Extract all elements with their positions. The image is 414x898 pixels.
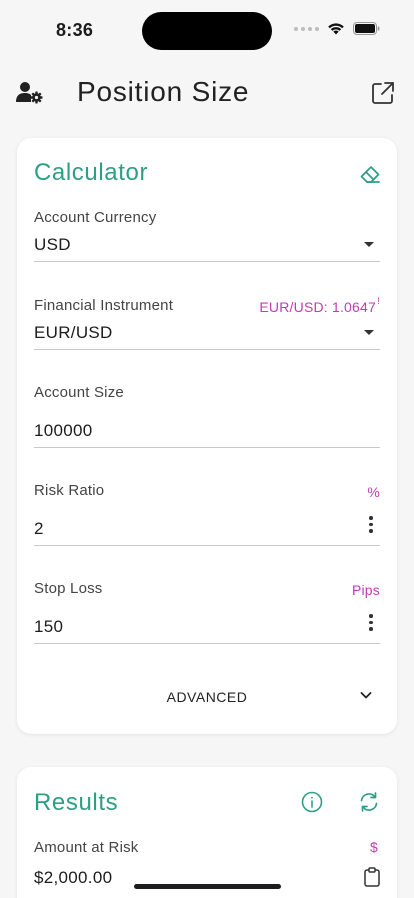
risk-ratio-input[interactable]: 2 bbox=[34, 519, 44, 539]
account-size-input[interactable]: 100000 bbox=[34, 421, 93, 441]
field-underline bbox=[34, 349, 380, 350]
calculator-card: Calculator Account Currency USD Financia… bbox=[17, 138, 397, 734]
stop-loss-unit: Pips bbox=[351, 582, 380, 598]
financial-instrument-field[interactable]: Financial Instrument EUR/USD: 1.0647 ! E… bbox=[34, 296, 380, 351]
calculator-title: Calculator bbox=[34, 159, 149, 186]
risk-ratio-unit: % bbox=[367, 484, 380, 500]
wifi-icon bbox=[327, 22, 345, 35]
page-title: Position Size bbox=[77, 76, 250, 107]
refresh-icon[interactable] bbox=[358, 791, 380, 813]
stop-loss-input[interactable]: 150 bbox=[34, 617, 63, 637]
kebab-menu-icon[interactable] bbox=[369, 516, 373, 533]
risk-ratio-field[interactable]: Risk Ratio % 2 bbox=[34, 481, 380, 547]
account-currency-value[interactable]: USD bbox=[34, 235, 71, 255]
instrument-quote-marker: ! bbox=[377, 296, 380, 306]
account-size-label: Account Size bbox=[34, 384, 124, 401]
share-icon[interactable] bbox=[370, 80, 396, 106]
status-icons bbox=[294, 22, 380, 35]
field-underline bbox=[34, 261, 380, 262]
stop-loss-field[interactable]: Stop Loss Pips 150 bbox=[34, 579, 380, 645]
clipboard-icon[interactable] bbox=[364, 867, 380, 887]
financial-instrument-label: Financial Instrument bbox=[34, 297, 174, 314]
home-indicator bbox=[134, 884, 281, 889]
dropdown-caret-icon[interactable] bbox=[364, 242, 374, 247]
account-currency-field[interactable]: Account Currency USD bbox=[34, 208, 380, 263]
user-settings-icon[interactable] bbox=[16, 80, 44, 104]
kebab-menu-icon[interactable] bbox=[369, 614, 373, 631]
info-icon[interactable] bbox=[301, 791, 323, 813]
dynamic-island bbox=[142, 12, 272, 50]
amount-at-risk-unit: $ bbox=[370, 839, 378, 855]
amount-at-risk-label: Amount at Risk bbox=[34, 839, 139, 856]
advanced-toggle[interactable]: ADVANCED bbox=[17, 686, 397, 710]
instrument-quote: EUR/USD: 1.0647 bbox=[259, 299, 376, 315]
amount-at-risk-field: Amount at Risk $ $2,000.00 bbox=[34, 838, 380, 898]
risk-ratio-label: Risk Ratio bbox=[34, 482, 105, 499]
advanced-label: ADVANCED bbox=[166, 689, 248, 705]
amount-at-risk-value: $2,000.00 bbox=[34, 868, 113, 887]
chevron-down-icon[interactable] bbox=[359, 688, 373, 702]
field-underline bbox=[34, 545, 380, 546]
results-title: Results bbox=[34, 789, 119, 816]
stop-loss-label: Stop Loss bbox=[34, 580, 103, 597]
dropdown-caret-icon[interactable] bbox=[364, 330, 374, 335]
eraser-icon[interactable] bbox=[359, 163, 381, 185]
nav-header: Position Size bbox=[0, 70, 414, 118]
field-underline bbox=[34, 447, 380, 448]
account-currency-label: Account Currency bbox=[34, 209, 157, 226]
field-underline bbox=[34, 643, 380, 644]
status-bar: 8:36 bbox=[0, 0, 414, 60]
battery-icon bbox=[353, 22, 380, 35]
signal-dots-icon bbox=[294, 26, 319, 31]
status-time: 8:36 bbox=[56, 20, 94, 40]
account-size-field[interactable]: Account Size 100000 bbox=[34, 383, 380, 449]
results-card: Results Amount at Risk $ $2,000.00 bbox=[17, 767, 397, 898]
financial-instrument-value[interactable]: EUR/USD bbox=[34, 323, 113, 343]
